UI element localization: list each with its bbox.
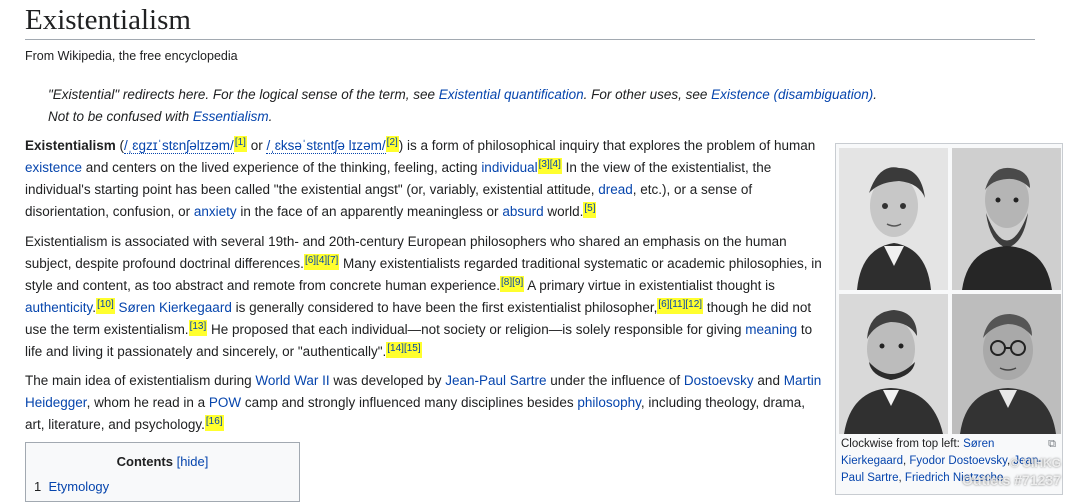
text: The main idea of existentialism during	[25, 373, 256, 388]
citation-6-4-7[interactable]: [6][4][7]	[303, 253, 340, 270]
text: world.	[543, 204, 584, 219]
link-existence[interactable]: existence	[25, 160, 82, 175]
hatnote-confused: Not to be confused with Essentialism.	[48, 109, 272, 124]
portrait-kierkegaard[interactable]	[839, 148, 948, 290]
link-pow[interactable]: POW	[209, 395, 241, 410]
infobox-photo-grid[interactable]	[839, 148, 1061, 434]
text: (	[115, 138, 125, 153]
citation-6-11-12[interactable]: [6][11][12]	[657, 297, 704, 314]
link-individual[interactable]: individual	[481, 160, 537, 175]
tagline: From Wikipedia, the free encyclopedia	[25, 49, 238, 63]
citation-13[interactable]: [13]	[188, 319, 208, 336]
table-of-contents: Contents [hide] 1 Etymology	[25, 442, 300, 502]
text: He proposed that each individual—not soc…	[207, 322, 746, 337]
text: or	[246, 138, 267, 153]
portrait-sartre[interactable]	[952, 294, 1061, 434]
text: and	[753, 373, 784, 388]
link-dostoevsky[interactable]: Dostoevsky	[684, 373, 754, 388]
text: and centers on the lived experience of t…	[82, 160, 482, 175]
text: is generally considered to have been the…	[231, 300, 658, 315]
text: , whom he read in a	[86, 395, 209, 410]
text: was developed by	[329, 373, 446, 388]
hatnote-text: Not to be confused with	[48, 109, 193, 124]
toc-item-number: 1	[34, 479, 42, 494]
infobox: Clockwise from top left: Søren Kierkegaa…	[835, 143, 1063, 495]
toc-header: Contents [hide]	[26, 454, 299, 469]
hatnote-text: "Existential" redirects here. For the lo…	[48, 87, 439, 102]
link-existence-disambiguation[interactable]: Existence (disambiguation)	[711, 87, 873, 102]
link-jean-paul-sartre[interactable]: Jean-Paul Sartre	[445, 373, 546, 388]
ipa-pronunciation-1[interactable]: /ˌɛɡzɪˈstɛnʃəlɪzəm/	[124, 138, 234, 154]
link-absurd[interactable]: absurd	[502, 204, 543, 219]
watermark-line-1: © UIHKG	[1010, 456, 1061, 470]
watermark-line-2: Outlets #71237	[962, 472, 1061, 488]
ipa-pronunciation-2[interactable]: /ˌɛksəˈstɛntʃə lɪzəm/	[266, 138, 386, 154]
link-soren-kierkegaard[interactable]: Søren Kierkegaard	[119, 300, 232, 315]
link-dread[interactable]: dread	[598, 182, 633, 197]
text: A primary virtue in existentialist thoug…	[524, 278, 775, 293]
citation-8-9[interactable]: [8][9]	[500, 275, 525, 292]
article-subject: Existentialism	[25, 138, 116, 153]
text: under the influence of	[546, 373, 684, 388]
portrait-dostoevsky[interactable]	[952, 148, 1061, 290]
hatnote-redirect: "Existential" redirects here. For the lo…	[48, 87, 877, 102]
link-essentialism[interactable]: Essentialism	[193, 109, 269, 124]
toc-title: Contents	[116, 454, 173, 469]
citation-14-15[interactable]: [14][15]	[386, 341, 422, 358]
paragraph-intro: Existentialism (/ˌɛɡzɪˈstɛnʃəlɪzəm/[1] o…	[25, 135, 825, 223]
caption-text: Clockwise from top left:	[841, 438, 964, 450]
link-authenticity[interactable]: authenticity	[25, 300, 92, 315]
link-world-war-ii[interactable]: World War II	[255, 373, 329, 388]
citation-1[interactable]: [1]	[233, 135, 247, 152]
portrait-nietzsche[interactable]	[839, 294, 948, 434]
toc-item[interactable]: 1 Etymology	[34, 479, 109, 494]
hatnote-text: .	[873, 87, 878, 102]
citation-5[interactable]: [5]	[583, 201, 597, 218]
enlarge-icon[interactable]: ⧉	[1048, 438, 1056, 451]
paragraph-philosophers: Existentialism is associated with severa…	[25, 231, 825, 363]
link-meaning[interactable]: meaning	[745, 322, 797, 337]
paragraph-ww2: The main idea of existentialism during W…	[25, 370, 825, 436]
text: in the face of an apparently meaningless…	[236, 204, 503, 219]
citation-10[interactable]: [10]	[96, 297, 115, 314]
citation-16[interactable]: [16]	[204, 414, 224, 431]
hatnote-text: . For other uses, see	[583, 87, 712, 102]
text: ) is a form of philosophical inquiry tha…	[398, 138, 816, 153]
hatnote-text: .	[268, 109, 273, 124]
link-existential-quantification[interactable]: Existential quantification	[439, 87, 584, 102]
link-philosophy[interactable]: philosophy	[577, 395, 641, 410]
text: camp and strongly influenced many discip…	[241, 395, 578, 410]
toc-hide-toggle[interactable]: [hide]	[177, 454, 209, 469]
citation-2[interactable]: [2]	[385, 135, 399, 152]
toc-link-etymology[interactable]: Etymology	[48, 479, 109, 494]
citation-3-4[interactable]: [3][4]	[537, 157, 562, 174]
link-anxiety[interactable]: anxiety	[194, 204, 237, 219]
page-title: Existentialism	[25, 2, 1035, 40]
caption-link-dostoevsky[interactable]: Fyodor Dostoevsky	[909, 455, 1007, 467]
